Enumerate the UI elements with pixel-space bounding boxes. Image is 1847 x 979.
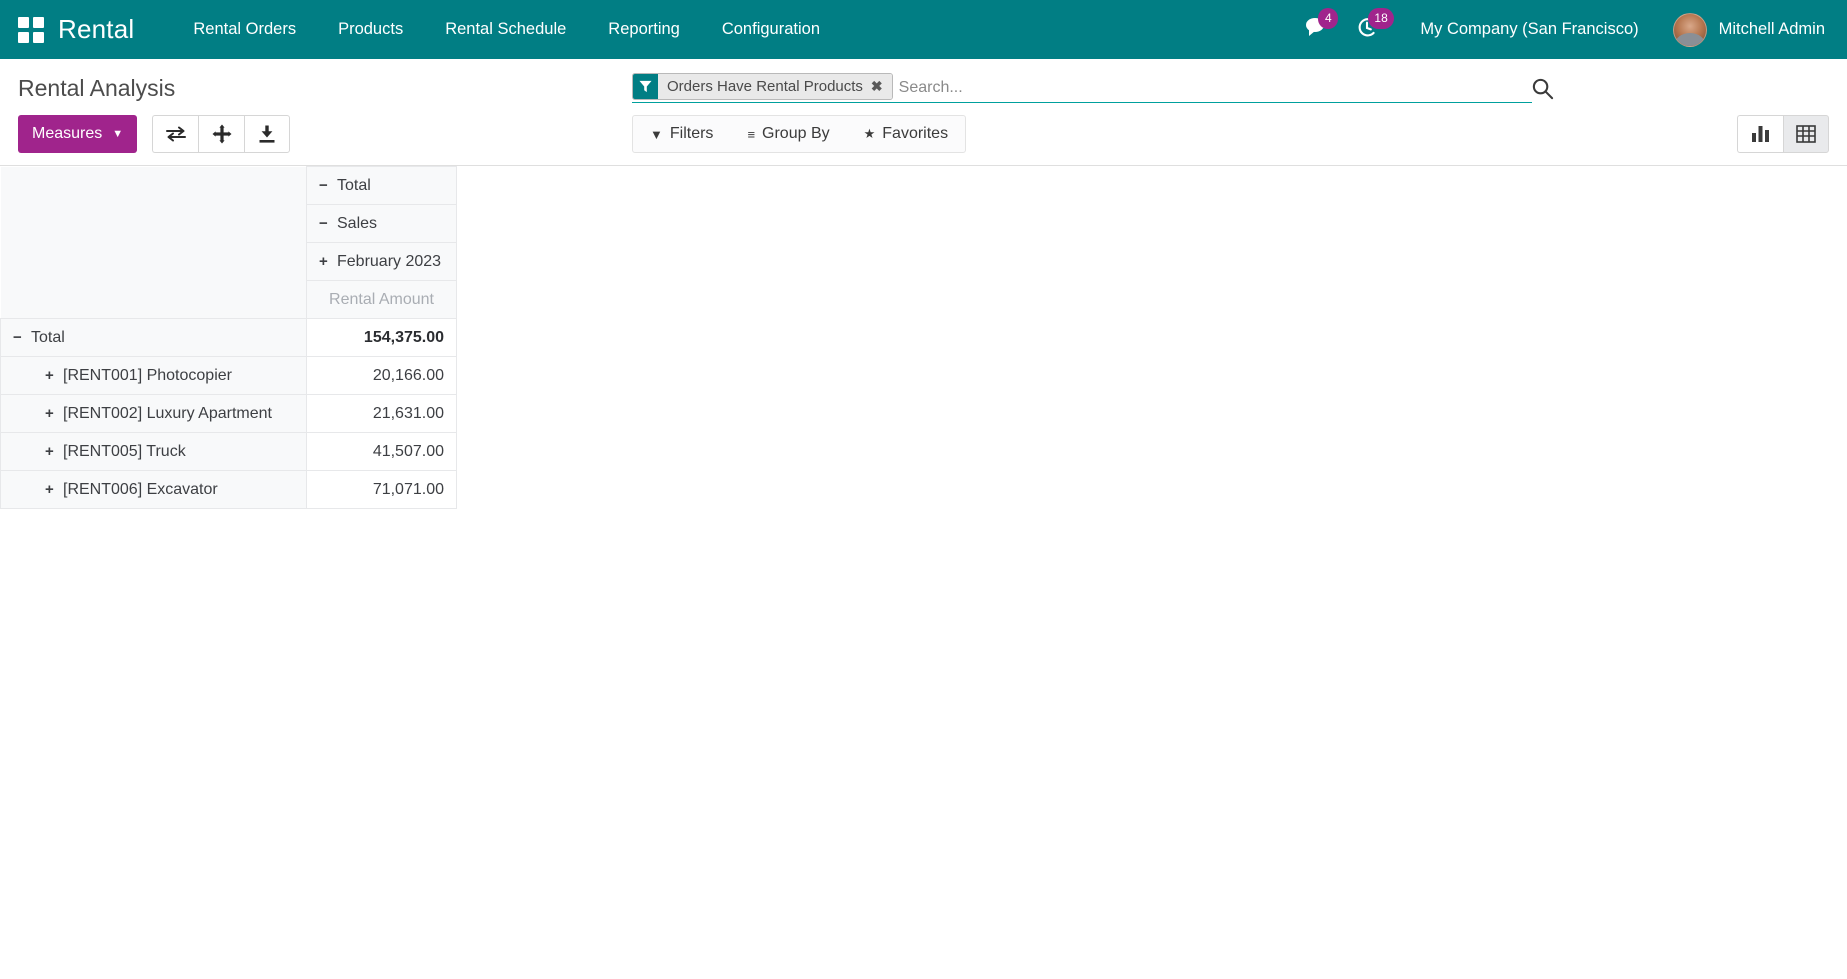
collapse-toggle: −: [13, 329, 31, 346]
filters-dropdown[interactable]: ▼ Filters: [633, 116, 730, 152]
app-brand-rental[interactable]: Rental: [58, 14, 134, 45]
user-menu[interactable]: Mitchell Admin: [1655, 13, 1825, 47]
cell-rent002-rental-amount[interactable]: 21,631.00: [307, 395, 457, 433]
view-switcher: [1737, 115, 1829, 153]
group-by-dropdown[interactable]: ≡ Group By: [730, 116, 846, 152]
measures-button[interactable]: Measures ▼: [18, 115, 137, 153]
page-title: Rental Analysis: [18, 71, 175, 105]
list-lines-icon: ≡: [747, 127, 755, 142]
filter-funnel-icon: [633, 74, 658, 99]
search-dropdown-menu: ▼ Filters ≡ Group By ★ Favorites: [632, 115, 966, 153]
company-switcher[interactable]: My Company (San Francisco): [1404, 0, 1654, 59]
expand-toggle: +: [45, 405, 63, 422]
row-header-rent001-photocopier[interactable]: +[RENT001] Photocopier: [1, 357, 307, 395]
control-panel-top-row: Rental Analysis Orders Have Rental Produ…: [18, 59, 1829, 105]
pivot-header-row-total: −Total: [1, 167, 457, 205]
search-facet-orders-have-rental-products[interactable]: Orders Have Rental Products ✖: [632, 73, 893, 100]
messages-button[interactable]: 4: [1306, 17, 1330, 42]
apps-grid-icon[interactable]: [18, 17, 44, 43]
pivot-view: −Total −Sales +February 2023 Rental Amou…: [0, 166, 1847, 509]
expand-toggle: +: [319, 253, 337, 270]
menu-item-rental-orders[interactable]: Rental Orders: [172, 0, 317, 59]
row-header-rent006-excavator[interactable]: +[RENT006] Excavator: [1, 471, 307, 509]
row-header-total[interactable]: −Total: [1, 319, 307, 357]
row-header-rent006-label: [RENT006] Excavator: [63, 481, 218, 498]
row-header-rent005-truck[interactable]: +[RENT005] Truck: [1, 433, 307, 471]
expand-toggle: +: [45, 481, 63, 498]
pivot-tools-group: [152, 115, 290, 153]
graph-view-icon[interactable]: [1737, 115, 1783, 153]
search-box[interactable]: Orders Have Rental Products ✖: [632, 73, 1532, 103]
expand-toggle: +: [45, 443, 63, 460]
user-name-label: Mitchell Admin: [1719, 20, 1825, 39]
control-panel-bottom-row: Measures ▼: [18, 115, 1829, 153]
flip-axis-icon[interactable]: [152, 115, 198, 153]
cell-rent001-rental-amount[interactable]: 20,166.00: [307, 357, 457, 395]
pivot-table-body: −Total −Sales +February 2023 Rental Amou…: [1, 167, 457, 509]
cell-total-rental-amount[interactable]: 154,375.00: [307, 319, 457, 357]
navbar-right: 4 18 My Company (San Francisco) Mitchell…: [1306, 0, 1825, 59]
close-icon[interactable]: ✖: [869, 74, 892, 99]
menu-item-rental-schedule[interactable]: Rental Schedule: [424, 0, 587, 59]
row-header-rent005-label: [RENT005] Truck: [63, 443, 186, 460]
search-input[interactable]: [895, 73, 1532, 102]
table-row: +[RENT001] Photocopier 20,166.00: [1, 357, 457, 395]
control-panel: Rental Analysis Orders Have Rental Produ…: [0, 59, 1847, 166]
pivot-table: −Total −Sales +February 2023 Rental Amou…: [0, 166, 457, 509]
collapse-toggle: −: [319, 215, 337, 232]
col-header-total-label: Total: [337, 177, 371, 194]
chevron-down-icon: ▼: [112, 128, 123, 140]
cell-rent005-rental-amount[interactable]: 41,507.00: [307, 433, 457, 471]
col-header-february-2023-label: February 2023: [337, 253, 441, 270]
messages-count-badge: 4: [1318, 8, 1338, 29]
col-header-february-2023[interactable]: +February 2023: [307, 243, 457, 281]
row-header-total-label: Total: [31, 329, 65, 346]
activities-button[interactable]: 18: [1356, 17, 1378, 42]
table-row: +[RENT002] Luxury Apartment 21,631.00: [1, 395, 457, 433]
row-header-rent002-luxury-apartment[interactable]: +[RENT002] Luxury Apartment: [1, 395, 307, 433]
expand-all-icon[interactable]: [198, 115, 244, 153]
activities-count-badge: 18: [1368, 8, 1393, 29]
measures-button-label: Measures: [32, 125, 102, 143]
group-by-label: Group By: [762, 125, 830, 143]
search-area: Orders Have Rental Products ✖: [632, 73, 1532, 103]
download-xlsx-icon[interactable]: [244, 115, 290, 153]
measure-header-rental-amount[interactable]: Rental Amount: [307, 281, 457, 319]
menu-item-reporting[interactable]: Reporting: [587, 0, 701, 59]
search-facet-label: Orders Have Rental Products: [658, 74, 869, 99]
row-header-rent001-label: [RENT001] Photocopier: [63, 367, 232, 384]
col-header-sales[interactable]: −Sales: [307, 205, 457, 243]
menu-item-configuration[interactable]: Configuration: [701, 0, 841, 59]
main-menu: Rental Orders Products Rental Schedule R…: [172, 0, 841, 59]
favorites-dropdown[interactable]: ★ Favorites: [847, 116, 965, 152]
expand-toggle: +: [45, 367, 63, 384]
filters-label: Filters: [670, 125, 714, 143]
col-header-sales-label: Sales: [337, 215, 377, 232]
avatar: [1673, 13, 1707, 47]
table-row: −Total 154,375.00: [1, 319, 457, 357]
top-navbar: Rental Rental Orders Products Rental Sch…: [0, 0, 1847, 59]
favorites-label: Favorites: [882, 125, 948, 143]
pivot-view-icon[interactable]: [1783, 115, 1829, 153]
pivot-corner-cell: [1, 167, 307, 319]
table-row: +[RENT006] Excavator 71,071.00: [1, 471, 457, 509]
magnifier-icon[interactable]: [1531, 77, 1554, 106]
cell-rent006-rental-amount[interactable]: 71,071.00: [307, 471, 457, 509]
col-header-total[interactable]: −Total: [307, 167, 457, 205]
collapse-toggle: −: [319, 177, 337, 194]
row-header-rent002-label: [RENT002] Luxury Apartment: [63, 405, 272, 422]
chevron-down-icon: ▼: [650, 127, 663, 142]
star-icon: ★: [864, 126, 876, 142]
menu-item-products[interactable]: Products: [317, 0, 424, 59]
table-row: +[RENT005] Truck 41,507.00: [1, 433, 457, 471]
